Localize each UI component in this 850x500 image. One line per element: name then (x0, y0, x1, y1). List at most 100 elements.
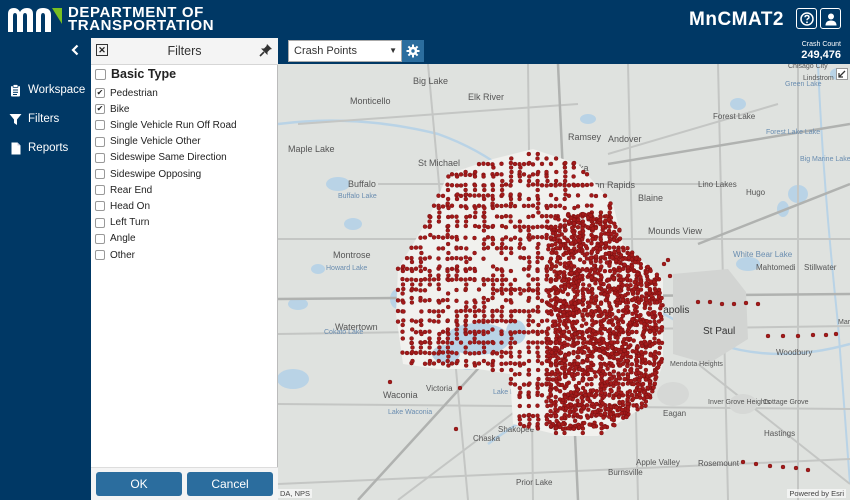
crash-point (508, 313, 514, 319)
crash-point (472, 183, 478, 188)
crash-point (609, 388, 614, 394)
crash-point (557, 326, 562, 332)
crash-point (490, 295, 495, 301)
checkbox[interactable] (95, 185, 105, 196)
crash-point (568, 390, 574, 395)
crash-point (458, 183, 464, 188)
filter-option[interactable]: Left Turn (95, 216, 149, 230)
crash-point (535, 151, 540, 157)
crash-point (637, 392, 642, 397)
crash-point (622, 368, 628, 373)
basemap[interactable]: Big Lake Monticello Elk River Ramsey Andover… (278, 64, 850, 500)
crash-point (440, 308, 446, 314)
crash-point (613, 258, 619, 263)
crash-point (618, 357, 624, 363)
settings-button[interactable] (402, 40, 424, 62)
esri-attribution[interactable]: Powered by Esri (787, 489, 846, 498)
map-view[interactable]: Big Lake Monticello Elk River Ramsey Andover… (278, 64, 850, 500)
crash-point (503, 203, 509, 208)
crash-point (419, 340, 424, 346)
crash-point (584, 203, 590, 208)
checkbox[interactable] (95, 169, 105, 179)
checkbox[interactable] (95, 217, 105, 228)
crash-point (577, 366, 582, 372)
crash-point (599, 241, 604, 247)
crash-point (597, 341, 602, 347)
help-button[interactable] (796, 8, 817, 29)
crash-point (588, 213, 593, 218)
crash-point (530, 413, 536, 419)
crash-point (602, 411, 608, 416)
crash-point (614, 232, 619, 237)
crash-point (593, 281, 598, 286)
crash-point (512, 330, 518, 335)
crash-point (485, 340, 491, 345)
filter-option[interactable]: Head On (95, 199, 150, 213)
crash-point (576, 238, 581, 243)
checkbox-checked[interactable]: ✔ (95, 88, 105, 98)
filter-option[interactable]: Sideswipe Opposing (95, 167, 201, 181)
layer-select[interactable]: Crash Points ▼ (288, 40, 402, 62)
crash-point (409, 327, 415, 332)
crash-point (467, 340, 473, 345)
nav-item-workspace[interactable]: Workspace (0, 79, 91, 101)
crash-point (563, 169, 568, 175)
mn-logo-mark (6, 4, 64, 34)
mndot-logo[interactable]: DEPARTMENT OF TRANSPORTATION (6, 4, 214, 34)
checkbox[interactable] (95, 120, 105, 131)
expand-icon[interactable] (836, 68, 848, 80)
crash-point (620, 297, 625, 303)
crash-point (574, 391, 579, 396)
crash-point (569, 241, 574, 246)
filter-option[interactable]: Other (95, 248, 135, 262)
crash-point (658, 314, 664, 319)
filter-option-label: Sideswipe Same Direction (110, 152, 227, 164)
crash-point (575, 361, 580, 366)
filter-option[interactable]: Sideswipe Same Direction (95, 151, 227, 165)
crash-point (591, 424, 596, 429)
crash-point (562, 178, 568, 184)
crash-point (467, 266, 473, 271)
crash-point (422, 224, 428, 229)
crash-point (472, 223, 478, 229)
filter-option[interactable]: Single Vehicle Run Off Road (95, 118, 237, 132)
ok-button[interactable]: OK (96, 472, 182, 496)
checkbox[interactable] (95, 201, 105, 212)
pin-icon[interactable] (259, 43, 273, 57)
filter-option[interactable]: ✔ Bike (95, 102, 129, 116)
question-circle-icon (799, 11, 814, 26)
user-button[interactable] (820, 8, 841, 29)
filter-option[interactable]: Single Vehicle Other (95, 135, 201, 149)
crash-point (445, 268, 450, 274)
checkbox[interactable] (95, 136, 105, 147)
basic-type-group[interactable]: Basic Type (95, 67, 176, 81)
checkbox[interactable] (95, 152, 105, 163)
chevron-left-icon[interactable] (70, 43, 80, 59)
crash-point (427, 282, 433, 287)
crash-point (517, 192, 522, 197)
crash-point (463, 268, 469, 274)
crash-point (603, 362, 609, 368)
crash-point (464, 259, 469, 265)
crash-point (609, 351, 614, 356)
checkbox[interactable] (95, 233, 105, 244)
nav-item-reports[interactable]: Reports (0, 137, 91, 159)
checkbox-checked[interactable]: ✔ (95, 104, 105, 115)
crash-point (446, 363, 451, 368)
crash-point (518, 237, 523, 242)
crash-point (490, 367, 496, 373)
crash-point (482, 214, 487, 220)
filter-option[interactable]: ✔ Pedestrian (95, 86, 158, 100)
filter-option[interactable]: Rear End (95, 183, 152, 197)
crash-point (476, 287, 482, 292)
basic-type-checkbox[interactable] (95, 68, 106, 80)
crash-point (526, 273, 531, 278)
nav-item-filters[interactable]: Filters (0, 108, 91, 130)
checkbox[interactable] (95, 250, 105, 260)
crash-point (400, 268, 406, 274)
filter-option-label: Head On (110, 200, 151, 212)
crash-point (490, 205, 496, 211)
cancel-button[interactable]: Cancel (187, 472, 273, 496)
filter-option[interactable]: Angle (95, 232, 136, 246)
crash-point (535, 276, 540, 282)
